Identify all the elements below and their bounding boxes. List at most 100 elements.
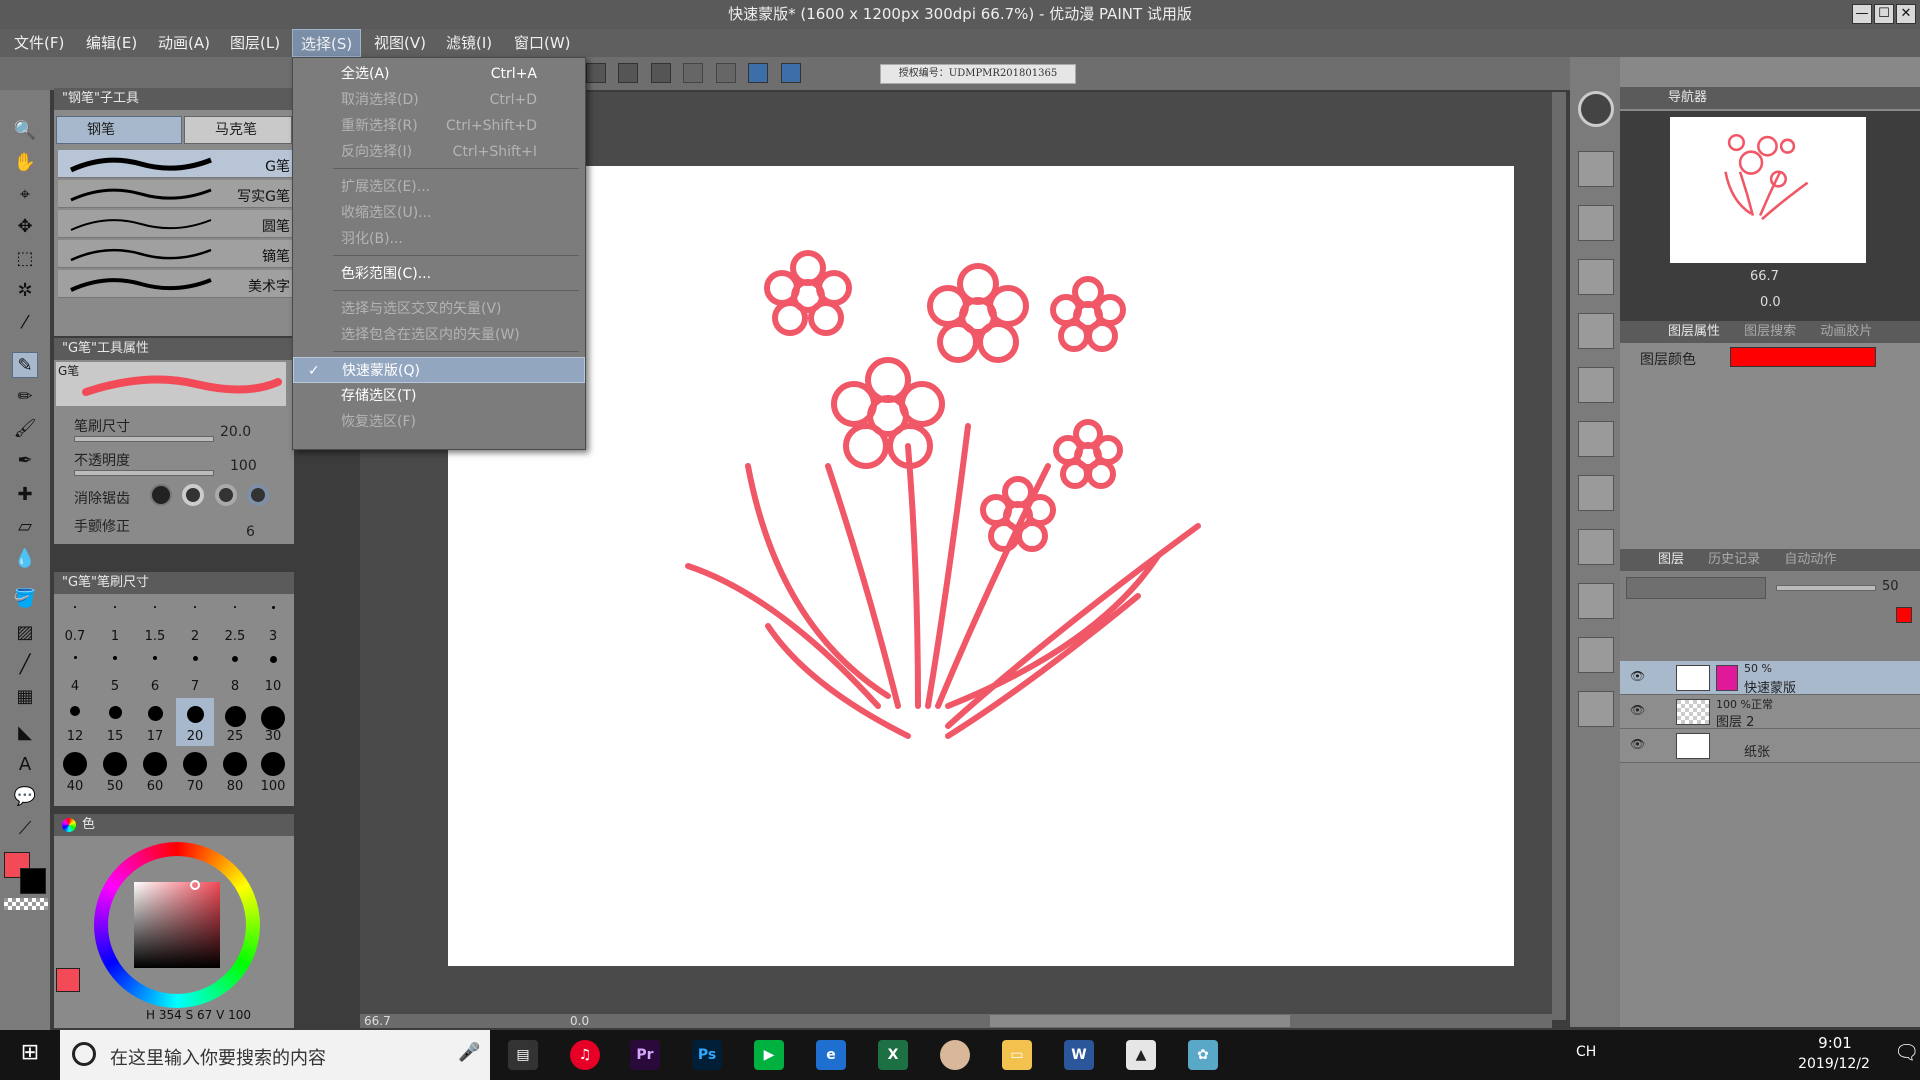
material-8-icon[interactable] <box>1578 529 1614 565</box>
text-icon[interactable]: A <box>12 752 38 778</box>
horizontal-scroll-thumb[interactable] <box>990 1015 1290 1027</box>
brush-icon[interactable]: 🖌 <box>12 416 38 442</box>
size-cell[interactable]: 0.7 <box>56 598 94 646</box>
bucket-icon[interactable]: 🪣 <box>12 586 38 612</box>
ruler-tool-icon[interactable]: ◣ <box>12 720 38 746</box>
eyedropper-icon[interactable]: ⁄ <box>12 310 38 336</box>
zoom-icon[interactable]: 🔍 <box>12 118 38 144</box>
menuitem-restore-selection[interactable]: 恢复选区(F) <box>293 409 585 435</box>
maximize-button[interactable]: ☐ <box>1874 4 1894 24</box>
menuitem-select-all[interactable]: 全选(A) Ctrl+A <box>293 61 585 87</box>
crop-icon[interactable] <box>650 63 671 83</box>
menuitem-feather[interactable]: 羽化(B)... <box>293 226 585 252</box>
material-3-icon[interactable] <box>1578 259 1614 295</box>
taskbar-search[interactable]: 在这里输入你要搜索的内容 🎤 <box>60 1030 490 1080</box>
task-view-icon[interactable]: ▤ <box>508 1040 538 1070</box>
brush-calligraphy[interactable]: 美术字 <box>58 270 294 298</box>
brush-real-g-pen[interactable]: 写实G笔 <box>58 180 294 208</box>
clock-date[interactable]: 2019/12/2 <box>1784 1056 1884 1072</box>
color-picker-cursor[interactable] <box>190 880 200 890</box>
brush-size-value[interactable]: 20.0 <box>220 424 251 440</box>
size-cell[interactable]: 12 <box>56 698 94 746</box>
tab-marker[interactable]: 马克笔 <box>184 116 292 144</box>
transform-icon[interactable] <box>586 63 606 83</box>
size-cell-selected[interactable]: 20 <box>176 698 214 746</box>
size-cell[interactable]: 7 <box>176 648 214 696</box>
layer-color-indicator[interactable] <box>1896 607 1912 623</box>
file-explorer-icon[interactable]: ▭ <box>1002 1040 1032 1070</box>
vertical-scrollbar[interactable] <box>1552 92 1566 1020</box>
size-cell[interactable]: 5 <box>96 648 134 696</box>
menuitem-color-range[interactable]: 色彩范围(C)... <box>293 261 585 287</box>
layer-name[interactable]: 纸张 <box>1744 741 1770 760</box>
ruler-icon[interactable] <box>715 63 736 83</box>
avatar-app-icon[interactable] <box>940 1040 970 1070</box>
layer-opacity-value[interactable]: 50 <box>1882 579 1899 594</box>
material-6-icon[interactable] <box>1578 421 1614 457</box>
antialias-weak-icon[interactable] <box>182 484 205 506</box>
material-7-icon[interactable] <box>1578 475 1614 511</box>
minimize-button[interactable]: — <box>1852 4 1872 24</box>
blend-icon[interactable]: 💧 <box>12 546 38 572</box>
size-cell[interactable]: 70 <box>176 748 214 796</box>
netease-music-icon[interactable]: ♫ <box>570 1040 600 1070</box>
layer-color-swatch[interactable] <box>1730 347 1876 367</box>
size-cell[interactable]: 2 <box>176 598 214 646</box>
size-cell[interactable]: 25 <box>216 698 254 746</box>
layer-name[interactable]: 图层 2 <box>1716 711 1754 730</box>
material-2-icon[interactable] <box>1578 205 1614 241</box>
clock-time[interactable]: 9:01 <box>1800 1034 1870 1052</box>
eye-icon[interactable]: 👁 <box>1630 737 1645 751</box>
eye-icon[interactable]: 👁 <box>1630 703 1645 717</box>
menuitem-expand-selection[interactable]: 扩展选区(E)... <box>293 174 585 200</box>
material-9-icon[interactable] <box>1578 583 1614 619</box>
material-4-icon[interactable] <box>1578 313 1614 349</box>
tab-layer-search[interactable]: 图层搜索 <box>1744 324 1796 339</box>
navigator-view[interactable]: 66.7 0.0 <box>1620 111 1920 321</box>
balloon-icon[interactable]: 💬 <box>12 784 38 810</box>
photos-icon[interactable]: ▲ <box>1126 1040 1156 1070</box>
size-cell[interactable]: 10 <box>254 648 292 696</box>
sub-color-swatch[interactable] <box>20 868 46 894</box>
status-rotation[interactable]: 0.0 <box>570 1014 589 1028</box>
excel-icon[interactable]: X <box>878 1040 908 1070</box>
size-cell[interactable]: 40 <box>56 748 94 796</box>
size-cell[interactable]: 4 <box>56 648 94 696</box>
photoshop-icon[interactable]: Ps <box>692 1040 722 1070</box>
tab-layer-property[interactable]: 图层属性 <box>1668 324 1720 339</box>
brush-pen-ink[interactable]: 镝笔 <box>58 240 294 268</box>
microphone-icon[interactable]: 🎤 <box>458 1042 480 1063</box>
menu-layer[interactable]: 图层(L) <box>222 29 288 57</box>
close-button[interactable]: ✕ <box>1896 4 1916 24</box>
menu-select[interactable]: 选择(S) <box>292 29 362 57</box>
menuitem-deselect[interactable]: 取消选择(D) Ctrl+D <box>293 87 585 113</box>
opacity-slider[interactable] <box>74 470 214 476</box>
fill-icon[interactable] <box>618 63 639 83</box>
material-icon[interactable] <box>1578 151 1614 187</box>
figure-icon[interactable]: ╱ <box>12 652 38 678</box>
canvas-paper[interactable] <box>448 166 1514 966</box>
size-cell[interactable]: 17 <box>136 698 174 746</box>
horizontal-scrollbar[interactable]: 66.7 0.0 <box>360 1014 1552 1028</box>
size-cell[interactable]: 1 <box>96 598 134 646</box>
frame-icon[interactable]: ▦ <box>12 684 38 710</box>
menu-animation[interactable]: 动画(A) <box>150 29 218 57</box>
iqiyi-icon[interactable]: ▶ <box>754 1040 784 1070</box>
opacity-value[interactable]: 100 <box>230 458 257 474</box>
navigator-rotation[interactable]: 0.0 <box>1760 295 1781 310</box>
size-cell[interactable]: 80 <box>216 748 254 796</box>
notification-icon[interactable]: 🗨 <box>1894 1040 1919 1064</box>
grid-icon[interactable] <box>683 63 704 83</box>
ime-indicator[interactable]: CH <box>1576 1044 1596 1060</box>
size-cell[interactable]: 50 <box>96 748 134 796</box>
quick-access-icon[interactable] <box>1578 91 1614 127</box>
menu-window[interactable]: 窗口(W) <box>506 29 579 57</box>
blend-mode-select[interactable] <box>1626 577 1766 599</box>
size-cell[interactable]: 6 <box>136 648 174 696</box>
brush-g-pen[interactable]: G笔 <box>58 150 294 178</box>
size-cell[interactable]: 60 <box>136 748 174 796</box>
antialias-strong-icon[interactable] <box>247 484 270 506</box>
size-cell[interactable]: 3 <box>254 598 292 646</box>
size-cell[interactable]: 2.5 <box>216 598 254 646</box>
decoration-icon[interactable]: ✚ <box>12 482 38 508</box>
